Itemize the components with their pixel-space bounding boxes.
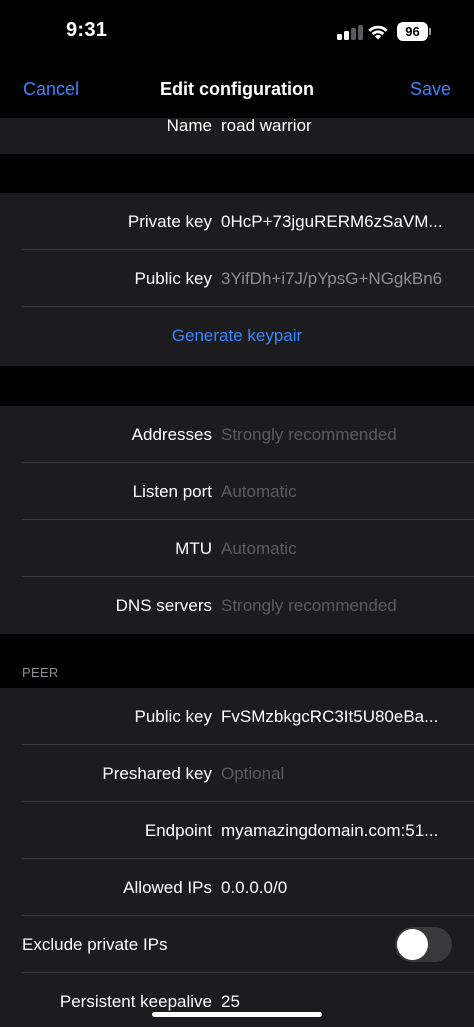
private-key-row[interactable]: Private key 0HcP+73jguRERM6zSaVM... [0,193,474,250]
peer-public-key-row[interactable]: Public key FvSMzbkgcRC3It5U80eBa... [0,688,474,745]
mtu-row[interactable]: MTU Automatic [0,520,474,577]
allowed-ips-label: Allowed IPs [123,877,212,897]
generate-keypair-row[interactable]: Generate keypair [0,307,474,364]
public-key-row: Public key 3YifDh+i7J/pYpsG+NGgkBn6 [0,250,474,307]
dns-servers-label: DNS servers [115,595,212,615]
generate-keypair-button[interactable]: Generate keypair [0,307,474,364]
endpoint-label: Endpoint [144,820,212,840]
save-button[interactable]: Save [410,79,451,100]
endpoint-row[interactable]: Endpoint myamazingdomain.com:51... [0,802,474,859]
persistent-keepalive-label: Persistent keepalive [59,991,212,1011]
private-key-field[interactable]: 0HcP+73jguRERM6zSaVM... [221,193,452,250]
cellular-signal-icon [337,24,363,40]
exclude-private-ips-label: Exclude private IPs [22,934,168,954]
preshared-key-row[interactable]: Preshared key Optional [0,745,474,802]
preshared-key-label: Preshared key [102,763,212,783]
interface-settings-section: Addresses Strongly recommended Listen po… [0,406,474,634]
peer-section-header: PEER [22,665,59,680]
wifi-icon [368,25,388,40]
dns-servers-row[interactable]: DNS servers Strongly recommended [0,577,474,634]
private-key-label: Private key [127,211,212,231]
battery-icon: 96 [397,22,431,41]
exclude-private-ips-row[interactable]: Exclude private IPs [0,916,474,973]
home-indicator[interactable] [152,1012,322,1017]
allowed-ips-row[interactable]: Allowed IPs 0.0.0.0/0 [0,859,474,916]
peer-section: Public key FvSMzbkgcRC3It5U80eBa... Pres… [0,688,474,1027]
keys-section: Private key 0HcP+73jguRERM6zSaVM... Publ… [0,193,474,366]
addresses-row[interactable]: Addresses Strongly recommended [0,406,474,463]
preshared-key-field[interactable]: Optional [221,745,452,802]
listen-port-field[interactable]: Automatic [221,463,452,520]
persistent-keepalive-field[interactable]: 25 [221,973,452,1027]
dns-servers-field[interactable]: Strongly recommended [221,577,452,634]
status-bar: 9:31 96 [0,0,474,62]
status-time: 9:31 [66,19,108,41]
allowed-ips-field[interactable]: 0.0.0.0/0 [221,859,452,916]
public-key-label: Public key [134,268,212,288]
mtu-field[interactable]: Automatic [221,520,452,577]
endpoint-field[interactable]: myamazingdomain.com:51... [221,802,452,859]
page-title: Edit configuration [160,79,314,99]
peer-public-key-field[interactable]: FvSMzbkgcRC3It5U80eBa... [221,688,452,745]
public-key-value: 3YifDh+i7J/pYpsG+NGgkBn6 [221,268,443,288]
listen-port-row[interactable]: Listen port Automatic [0,463,474,520]
listen-port-label: Listen port [132,481,212,501]
mtu-label: MTU [175,538,212,558]
navigation-bar: Cancel Edit configuration Save [0,62,474,118]
persistent-keepalive-row[interactable]: Persistent keepalive 25 [0,973,474,1027]
toggle-knob [397,929,428,960]
addresses-label: Addresses [131,424,212,444]
addresses-field[interactable]: Strongly recommended [221,406,452,463]
battery-level: 96 [405,24,420,39]
peer-public-key-label: Public key [134,706,212,726]
exclude-private-ips-toggle[interactable] [395,927,452,962]
